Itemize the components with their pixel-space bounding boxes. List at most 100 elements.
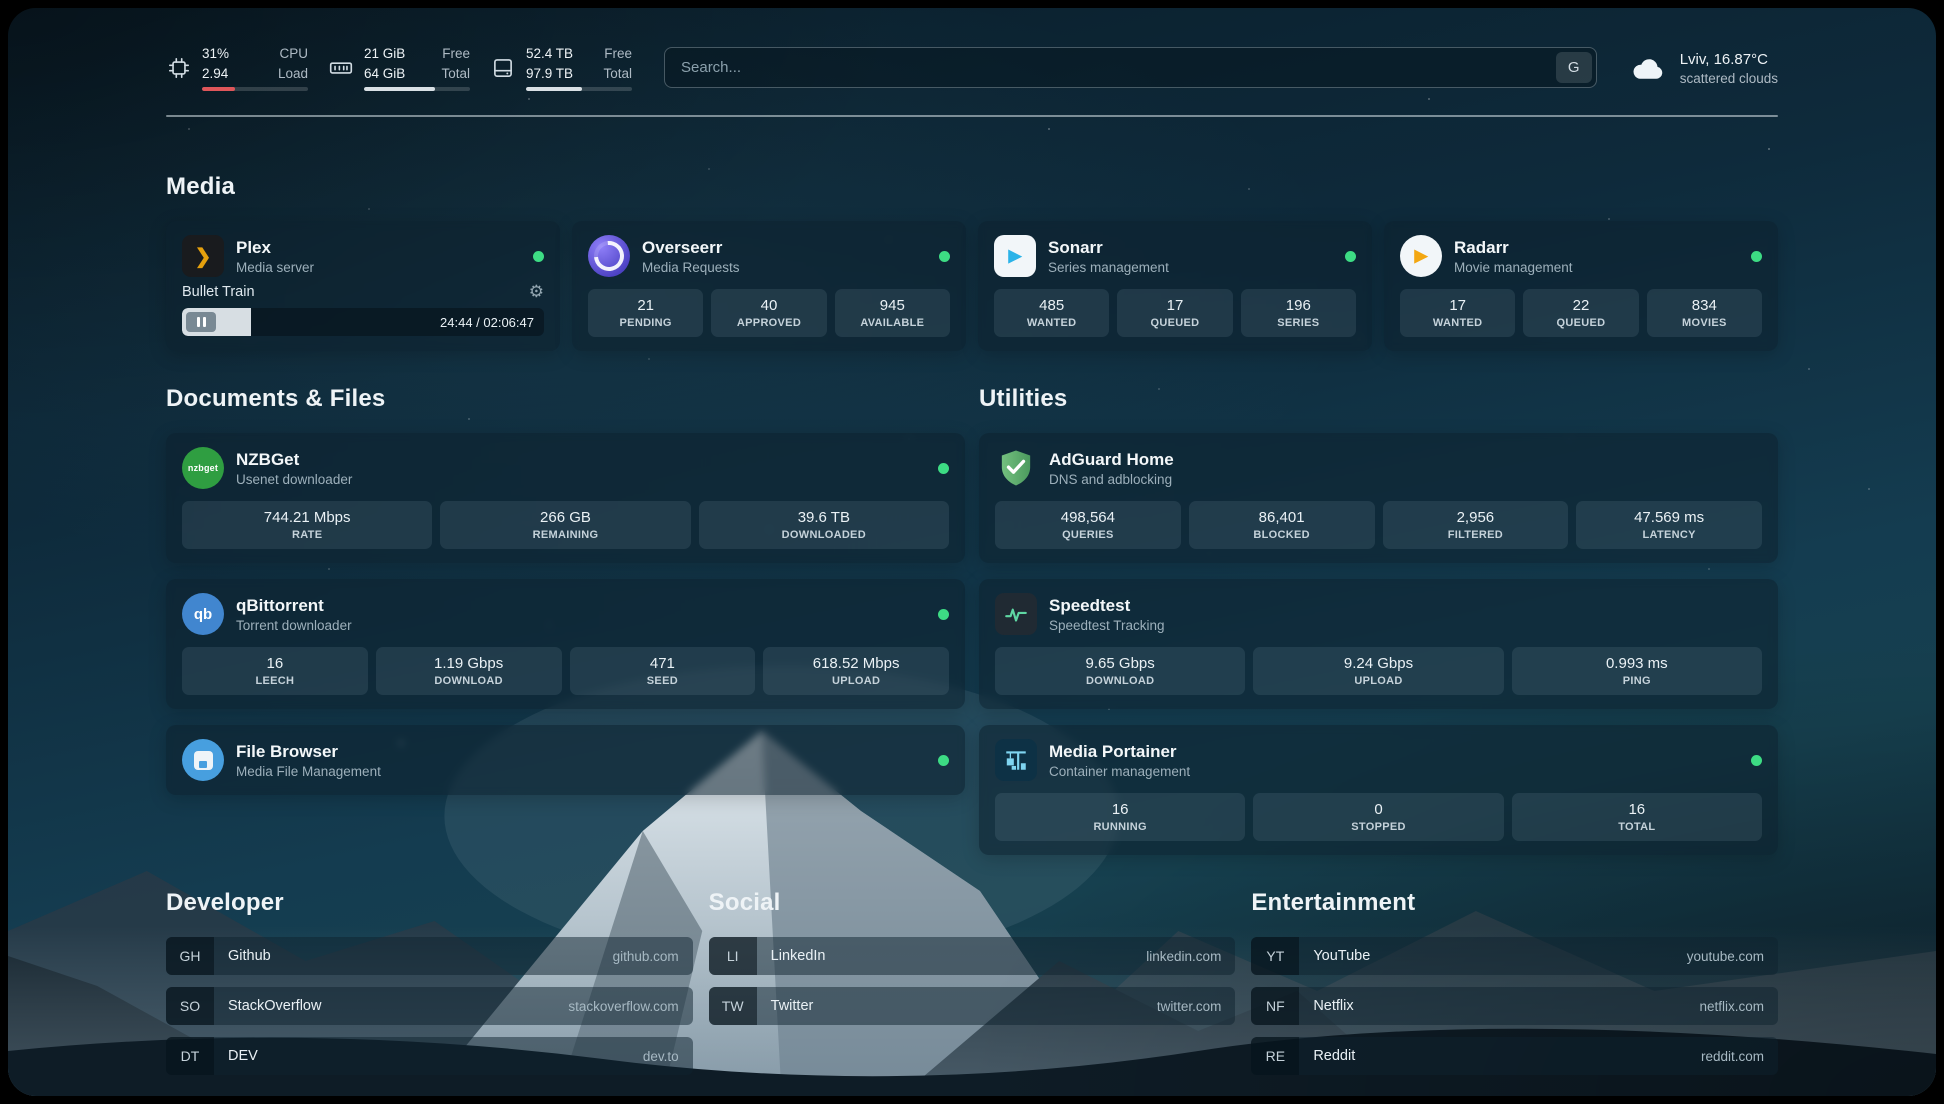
memory-total-value: 64 GiB [364, 64, 405, 84]
bookmark-abbr: DT [166, 1037, 214, 1075]
card-subtitle: Usenet downloader [236, 472, 352, 487]
playback-progress-bar[interactable]: 24:44 / 02:06:47 [182, 308, 544, 336]
section-heading-entertainment: Entertainment [1251, 889, 1778, 917]
bookmark-name: Twitter [771, 998, 814, 1014]
search-provider-button[interactable]: G [1556, 52, 1592, 83]
bookmark-stackoverflow[interactable]: SO StackOverflow stackoverflow.com [166, 987, 693, 1025]
card-subtitle: Speedtest Tracking [1049, 618, 1165, 633]
stat-movies: 834 MOVIES [1647, 289, 1762, 337]
pause-button[interactable] [186, 312, 216, 332]
card-subtitle: Media File Management [236, 764, 381, 779]
stat-wanted: 485 WANTED [994, 289, 1109, 337]
cpu-row-1: 31% CPU [202, 44, 308, 64]
bookmark-netflix[interactable]: NF Netflix netflix.com [1251, 987, 1778, 1025]
card-radarr[interactable]: Radarr Movie management 17 WANTED 22 QUE… [1384, 221, 1778, 351]
card-plex[interactable]: Plex Media server Bullet Train ⚙ [166, 221, 560, 351]
card-filebrowser[interactable]: File Browser Media File Management [166, 725, 965, 795]
cpu-icon [166, 55, 192, 81]
bookmark-name: Netflix [1313, 998, 1353, 1014]
bookmark-linkedin[interactable]: LI LinkedIn linkedin.com [709, 937, 1236, 975]
section-media: Media Plex Media server Bullet Train [166, 173, 1778, 351]
stat-pending: 21 PENDING [588, 289, 703, 337]
cloud-icon [1629, 53, 1667, 83]
bookmark-url: netflix.com [1699, 999, 1764, 1014]
stat-downloaded: 39.6 TB DOWNLOADED [699, 501, 949, 549]
header-divider [166, 115, 1778, 117]
card-sonarr[interactable]: Sonarr Series management 485 WANTED 17 Q… [978, 221, 1372, 351]
memory-total-label: Total [441, 64, 470, 84]
cpu-widget: 31% CPU 2.94 Load [166, 44, 308, 91]
section-heading-utilities: Utilities [979, 385, 1778, 413]
disk-total-label: Total [603, 64, 632, 84]
bookmark-reddit[interactable]: RE Reddit reddit.com [1251, 1037, 1778, 1075]
weather-widget: Lviv, 16.87°C scattered clouds [1629, 49, 1778, 86]
cpu-label: CPU [279, 44, 308, 64]
stat-leech: 16 LEECH [182, 647, 368, 695]
bookmark-url: twitter.com [1157, 999, 1222, 1014]
bookmark-youtube[interactable]: YT YouTube youtube.com [1251, 937, 1778, 975]
stat-remaining: 266 GB REMAINING [440, 501, 690, 549]
search-input[interactable] [664, 47, 1597, 88]
stat-filtered: 2,956 FILTERED [1383, 501, 1569, 549]
status-dot [1345, 251, 1356, 262]
gear-icon[interactable]: ⚙ [529, 283, 544, 300]
bookmark-github[interactable]: GH Github github.com [166, 937, 693, 975]
card-nzbget[interactable]: nzbget NZBGet Usenet downloader 744.21 M… [166, 433, 965, 563]
section-heading-developer: Developer [166, 889, 693, 917]
stat-blocked: 86,401 BLOCKED [1189, 501, 1375, 549]
cpu-usage-bar [202, 87, 308, 91]
section-heading-documents: Documents & Files [166, 385, 965, 413]
adguard-icon [995, 447, 1037, 489]
now-playing-title: Bullet Train [182, 284, 255, 300]
card-speedtest[interactable]: Speedtest Speedtest Tracking 9.65 Gbps D… [979, 579, 1778, 709]
card-subtitle: Torrent downloader [236, 618, 352, 633]
bookmark-url: linkedin.com [1146, 949, 1221, 964]
card-qbittorrent[interactable]: qb qBittorrent Torrent downloader 16 LEE… [166, 579, 965, 709]
stat-queries: 498,564 QUERIES [995, 501, 1181, 549]
card-subtitle: Series management [1048, 260, 1169, 275]
bookmark-url: github.com [613, 949, 679, 964]
radarr-icon [1400, 235, 1442, 277]
bookmark-url: reddit.com [1701, 1049, 1764, 1064]
bookmark-name: Github [228, 948, 271, 964]
status-dot [938, 609, 949, 620]
filebrowser-icon [182, 739, 224, 781]
bookmark-abbr: SO [166, 987, 214, 1025]
plex-now-playing: Bullet Train ⚙ 24:44 / 02:06:47 [182, 283, 544, 336]
card-overseerr[interactable]: Overseerr Media Requests 21 PENDING 40 A… [572, 221, 966, 351]
disk-free-label: Free [604, 44, 632, 64]
memory-icon [328, 55, 354, 81]
memory-widget: 21 GiB Free 64 GiB Total [328, 44, 470, 91]
card-adguard[interactable]: AdGuard Home DNS and adblocking 498,564 … [979, 433, 1778, 563]
qbittorrent-icon: qb [182, 593, 224, 635]
stat-latency: 47.569 ms LATENCY [1576, 501, 1762, 549]
bookmark-dev[interactable]: DT DEV dev.to [166, 1037, 693, 1075]
bookmark-name: LinkedIn [771, 948, 826, 964]
card-title: NZBGet [236, 449, 352, 470]
search-bar: G [664, 47, 1597, 88]
card-subtitle: Container management [1049, 764, 1190, 779]
card-subtitle: Movie management [1454, 260, 1573, 275]
stat-download: 9.65 Gbps DOWNLOAD [995, 647, 1245, 695]
speedtest-icon [995, 593, 1037, 635]
stat-running: 16 RUNNING [995, 793, 1245, 841]
bookmark-twitter[interactable]: TW Twitter twitter.com [709, 987, 1236, 1025]
card-portainer[interactable]: Media Portainer Container management 16 … [979, 725, 1778, 855]
nzbget-icon: nzbget [182, 447, 224, 489]
stat-wanted: 17 WANTED [1400, 289, 1515, 337]
bookmark-abbr: NF [1251, 987, 1299, 1025]
stat-ping: 0.993 ms PING [1512, 647, 1762, 695]
bookmark-url: dev.to [643, 1049, 679, 1064]
status-dot [938, 755, 949, 766]
system-stats: 31% CPU 2.94 Load [166, 44, 632, 91]
card-title: Overseerr [642, 237, 740, 258]
memory-free-value: 21 GiB [364, 44, 405, 64]
card-title: File Browser [236, 741, 381, 762]
stat-seed: 471 SEED [570, 647, 756, 695]
portainer-icon [995, 739, 1037, 781]
stat-upload: 618.52 Mbps UPLOAD [763, 647, 949, 695]
bookmark-group-social: Social LI LinkedIn linkedin.com TW Twitt… [709, 889, 1236, 1075]
section-utilities: Utilities [979, 385, 1778, 855]
bookmark-name: YouTube [1313, 948, 1370, 964]
disk-widget: 52.4 TB Free 97.9 TB Total [490, 44, 632, 91]
